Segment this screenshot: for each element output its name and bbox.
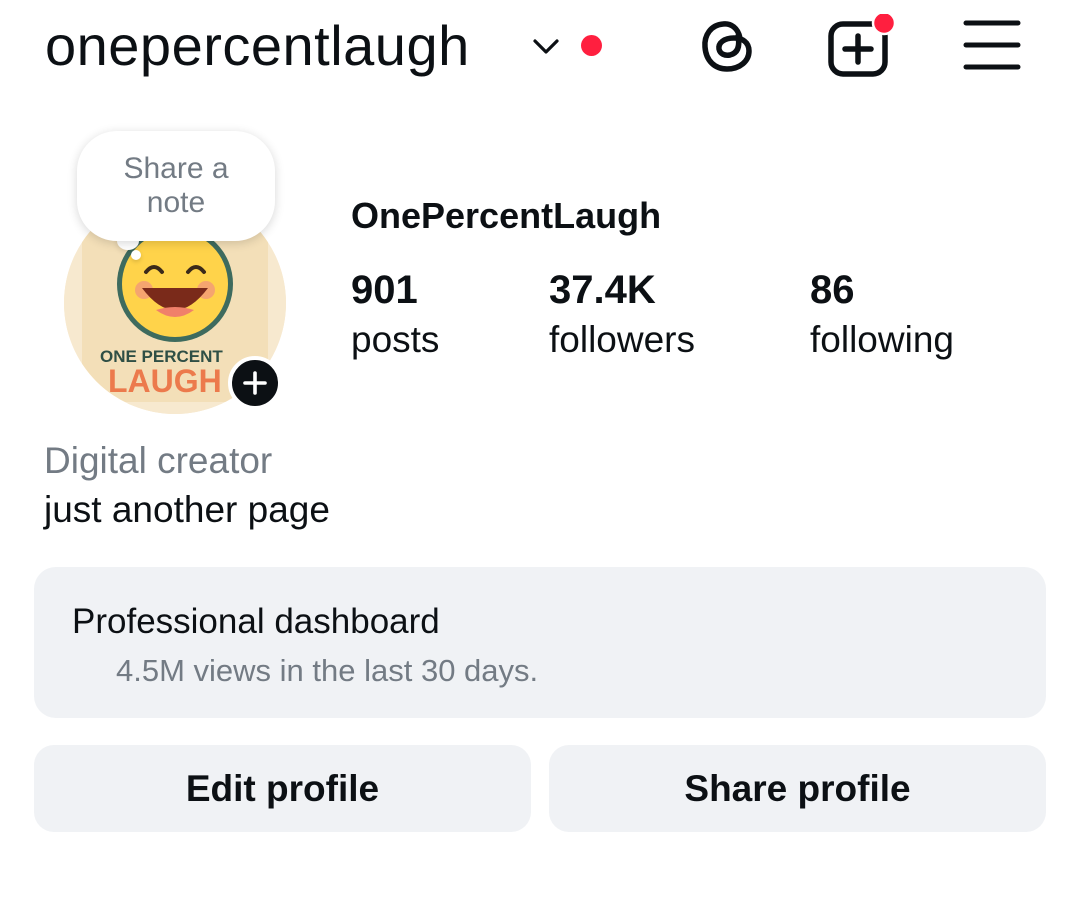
display-name: OnePercentLaugh: [351, 195, 662, 236]
stat-following-value: 86: [810, 268, 855, 312]
stat-following-label: following: [810, 319, 954, 360]
account-username[interactable]: onepercentlaugh: [45, 12, 470, 80]
dashboard-title: Professional dashboard: [72, 602, 440, 641]
stat-posts-label: posts: [351, 319, 440, 360]
stat-followers[interactable]: 37.4K followers: [549, 266, 695, 362]
stat-followers-value: 37.4K: [549, 268, 656, 312]
note-bubble-tail-small: [131, 250, 141, 260]
dashboard-subtitle: 4.5M views in the last 30 days.: [116, 653, 539, 688]
stat-posts[interactable]: 901 posts: [351, 266, 439, 362]
profile-bio: just another page: [44, 489, 330, 530]
chevron-down-icon[interactable]: [530, 32, 562, 60]
note-line-2: note: [146, 186, 206, 219]
plus-icon: [243, 371, 267, 395]
stat-posts-value: 901: [351, 268, 418, 312]
avatar-text-bottom: LAUGH: [108, 363, 222, 399]
notification-dot: [581, 35, 602, 56]
stat-followers-label: followers: [549, 319, 695, 360]
edit-profile-button[interactable]: Edit profile: [34, 745, 531, 832]
create-post-icon[interactable]: [826, 14, 896, 78]
share-note-bubble[interactable]: Share a note: [77, 131, 275, 241]
profile-category: Digital creator: [44, 440, 273, 481]
threads-icon[interactable]: [698, 16, 756, 76]
add-story-button[interactable]: [228, 356, 282, 410]
menu-icon[interactable]: [962, 17, 1022, 73]
share-profile-button[interactable]: Share profile: [549, 745, 1046, 832]
stat-following[interactable]: 86 following: [810, 266, 954, 362]
note-line-1: Share a: [123, 152, 229, 185]
